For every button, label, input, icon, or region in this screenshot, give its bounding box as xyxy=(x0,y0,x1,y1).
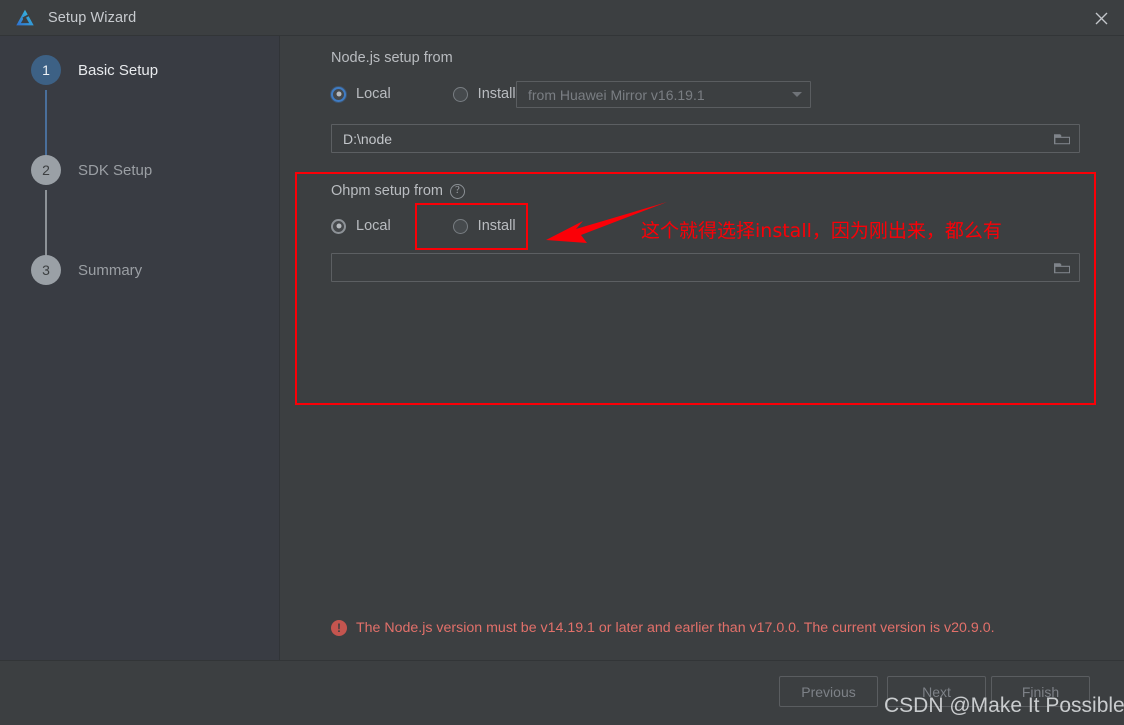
wizard-steps-sidebar: 1 Basic Setup 2 SDK Setup 3 Summary xyxy=(0,36,280,660)
step-number: 2 xyxy=(31,155,61,185)
step-number: 3 xyxy=(31,255,61,285)
ohpm-radio-install-label: Install xyxy=(477,218,516,234)
window-title: Setup Wizard xyxy=(48,9,137,26)
sidebar-step-sdk-setup[interactable]: 2 SDK Setup xyxy=(31,155,152,185)
nodejs-radio-install-label: Install xyxy=(477,86,516,102)
step-label: Summary xyxy=(78,261,143,279)
ohpm-source-radio-group: Local Install xyxy=(331,218,516,234)
ohpm-section-label: Ohpm setup from ? xyxy=(331,183,466,199)
ohpm-radio-local-label: Local xyxy=(356,218,391,234)
nodejs-mirror-select-value: from Huawei Mirror v16.19.1 xyxy=(528,86,705,103)
ohpm-radio-local[interactable]: Local xyxy=(331,218,391,234)
annotation-text: 这个就得选择install，因为刚出来，都么有 xyxy=(641,220,1002,242)
sidebar-step-summary[interactable]: 3 Summary xyxy=(31,255,142,285)
nodejs-radio-local[interactable]: Local xyxy=(331,86,391,102)
ohpm-path-input[interactable] xyxy=(331,253,1080,282)
folder-icon[interactable] xyxy=(1053,131,1071,147)
nodejs-source-radio-group: Local Install xyxy=(331,86,516,102)
previous-button[interactable]: Previous xyxy=(779,676,878,707)
error-exclamation-icon: ! xyxy=(331,620,347,636)
csdn-watermark: CSDN @Make It Possible. xyxy=(884,694,1124,717)
radio-dot-selected-icon xyxy=(331,86,346,102)
step-label: SDK Setup xyxy=(78,161,153,179)
setup-wizard-window: Setup Wizard 1 Basic Setup 2 SDK Setup 3… xyxy=(0,0,1124,725)
folder-icon[interactable] xyxy=(1053,260,1071,276)
error-message-text: The Node.js version must be v14.19.1 or … xyxy=(356,620,995,636)
chevron-down-icon xyxy=(792,92,802,97)
close-icon[interactable] xyxy=(1078,0,1124,36)
nodejs-radio-local-label: Local xyxy=(356,86,391,102)
radio-dot-selected-icon xyxy=(331,218,346,234)
title-bar: Setup Wizard xyxy=(0,0,1124,36)
sidebar-step-basic-setup[interactable]: 1 Basic Setup xyxy=(31,55,158,85)
nodejs-section-label: Node.js setup from xyxy=(331,50,453,66)
radio-dot-icon xyxy=(452,86,468,102)
nodejs-mirror-select[interactable]: from Huawei Mirror v16.19.1 xyxy=(516,81,811,108)
nodejs-section-label-text: Node.js setup from xyxy=(331,50,453,66)
step-number: 1 xyxy=(31,55,61,85)
radio-dot-icon xyxy=(452,218,468,234)
nodejs-radio-install[interactable]: Install xyxy=(452,86,516,102)
nodejs-path-value: D:\node xyxy=(343,130,393,147)
nodejs-path-input[interactable]: D:\node xyxy=(331,124,1080,153)
help-circle-icon[interactable]: ? xyxy=(450,183,466,199)
main-panel: Node.js setup from Local Install from Hu… xyxy=(281,36,1124,660)
step-label: Basic Setup xyxy=(78,61,159,79)
ohpm-radio-install[interactable]: Install xyxy=(452,218,516,234)
nodejs-version-error: ! The Node.js version must be v14.19.1 o… xyxy=(331,620,995,636)
deveco-studio-logo xyxy=(16,9,34,25)
ohpm-section-label-text: Ohpm setup from xyxy=(331,183,444,199)
